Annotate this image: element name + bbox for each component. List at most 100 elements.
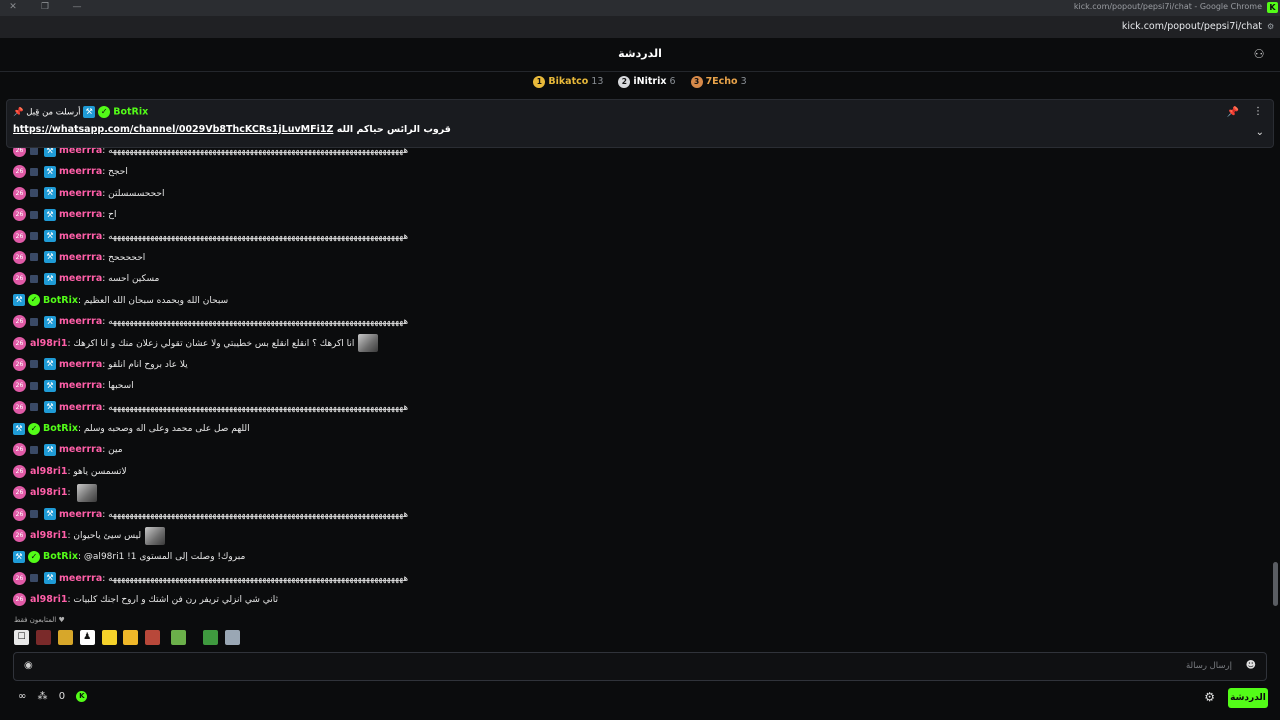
- username[interactable]: al98ri1: [30, 530, 67, 541]
- subscriber-badge-icon: 26: [13, 571, 26, 585]
- message-text: لاتسمسن ياهو: [73, 466, 127, 477]
- moderator-badge-icon: ⚒: [44, 572, 56, 585]
- username[interactable]: meerrra: [59, 509, 102, 520]
- address-bar[interactable]: kick.com/popout/pepsi7i/chat ⚙: [0, 16, 1280, 38]
- unpin-icon[interactable]: 📌: [1227, 107, 1239, 118]
- message-text: هههههههههههههههههههههههههههههههههههههههه…: [108, 573, 409, 584]
- gift-badge-icon: [30, 574, 38, 583]
- restore-window-icon[interactable]: ❐: [38, 1, 52, 14]
- user-settings-icon[interactable]: ⚇: [1252, 47, 1266, 61]
- emote-item[interactable]: [101, 630, 117, 645]
- smile-icon[interactable]: ☻: [1246, 660, 1256, 671]
- chat-header: الدردشة ⚇: [0, 38, 1280, 72]
- leader-name: 7Echo: [705, 76, 738, 87]
- minimize-window-icon[interactable]: —: [70, 1, 84, 14]
- message-text: مسكين احسه: [108, 274, 160, 285]
- username[interactable]: meerrra: [59, 209, 102, 220]
- username[interactable]: meerrra: [59, 359, 102, 370]
- username[interactable]: meerrra: [59, 444, 102, 455]
- moderator-badge-icon: ⚒: [44, 148, 56, 157]
- emote-item[interactable]: ☐: [14, 630, 29, 645]
- leader-item[interactable]: 3 7Echo 3: [690, 76, 747, 88]
- leader-item[interactable]: 2 iNitrix 6: [618, 76, 676, 88]
- emote-item[interactable]: [224, 630, 240, 645]
- username[interactable]: al98ri1: [30, 466, 67, 477]
- chat-message[interactable]: ⚒ ✓ BotRix: @al98ri1 !مبروك! وصلت إلى المس…: [0, 546, 1270, 567]
- username[interactable]: BotRix: [43, 551, 78, 562]
- emote-item[interactable]: [57, 630, 73, 645]
- chat-message[interactable]: 26 ⚒ meerrra: هههههههههههههههههههههههههههه…: [0, 568, 1270, 589]
- send-button[interactable]: الدردشة: [1228, 688, 1268, 708]
- bot-badge-icon: ⚒: [83, 106, 96, 118]
- username[interactable]: al98ri1: [30, 338, 67, 349]
- username[interactable]: BotRix: [43, 295, 78, 306]
- chat-message[interactable]: 26 ⚒ meerrra: يلا عاد بروح انام انلقو: [0, 354, 1270, 375]
- username[interactable]: meerrra: [59, 273, 102, 284]
- site-settings-icon[interactable]: ⚙: [1267, 22, 1276, 31]
- emote-image: [358, 334, 379, 353]
- scrollbar-thumb[interactable]: [1273, 562, 1278, 606]
- emote-picker-icon[interactable]: ◉: [24, 660, 33, 671]
- chat-input[interactable]: ◉ إرسال رسالة ☻: [13, 652, 1267, 681]
- message-text: هههههههههههههههههههههههههههههههههههههههه…: [108, 509, 409, 520]
- chat-message[interactable]: 26 ⚒ meerrra: هههههههههههههههههههههههههههه…: [0, 397, 1270, 418]
- pinned-author[interactable]: BotRix: [113, 107, 148, 118]
- subscriber-badge-icon: 26: [13, 186, 26, 200]
- chat-message[interactable]: 26 ⚒ meerrra: هههههههههههههههههههههههههههه…: [0, 504, 1270, 525]
- username[interactable]: meerrra: [59, 148, 102, 156]
- url-text[interactable]: kick.com/popout/pepsi7i/chat: [1122, 21, 1262, 32]
- chat-messages[interactable]: 26 ⚒ meerrra: هههههههههههههههههههههههههههه…: [0, 148, 1270, 608]
- emote-item[interactable]: [35, 630, 51, 645]
- chat-message[interactable]: 26 ⚒ meerrra: هههههههههههههههههههههههههههه…: [0, 311, 1270, 332]
- chat-message[interactable]: 26 al98ri1: انا اكرهك ؟ انقلع انقلع بس خط…: [0, 333, 1270, 354]
- username[interactable]: meerrra: [59, 316, 102, 327]
- username[interactable]: BotRix: [43, 423, 78, 434]
- emote-item[interactable]: [203, 630, 218, 645]
- username[interactable]: meerrra: [59, 188, 102, 199]
- moderator-badge-icon: ⚒: [44, 165, 56, 178]
- username[interactable]: meerrra: [59, 573, 102, 584]
- emote-item[interactable]: ♟: [79, 630, 95, 645]
- username[interactable]: meerrra: [59, 252, 102, 263]
- chat-message[interactable]: 26 al98ri1: ثاني شي انزلي تريفر رن فن اشت…: [0, 589, 1270, 608]
- username[interactable]: al98ri1: [30, 594, 67, 605]
- username[interactable]: al98ri1: [30, 487, 67, 498]
- pinned-link[interactable]: https://whatsapp.com/channel/0029Vb8ThcK…: [13, 124, 333, 135]
- chat-message[interactable]: 26 ⚒ meerrra: مين: [0, 439, 1270, 460]
- close-window-icon[interactable]: ✕: [6, 1, 20, 14]
- leader-item[interactable]: 1 Bikatco 13: [533, 76, 603, 88]
- username[interactable]: meerrra: [59, 402, 102, 413]
- chat-message[interactable]: 26 ⚒ meerrra: هههههههههههههههههههههههههههه…: [0, 226, 1270, 247]
- message-placeholder: إرسال رسالة: [1185, 661, 1232, 671]
- username[interactable]: meerrra: [59, 231, 102, 242]
- share-icon[interactable]: ⁂: [38, 691, 48, 702]
- chat-message[interactable]: 26 al98ri1: لاتسمسن ياهو: [0, 461, 1270, 482]
- more-options-icon[interactable]: ⋮: [1253, 106, 1263, 117]
- chat-message[interactable]: 26 ⚒ meerrra: احححسسسلتن: [0, 183, 1270, 204]
- infinity-icon[interactable]: ∞: [18, 691, 26, 702]
- chat-message[interactable]: ⚒ ✓ BotRix: سبحان الله وبحمده سبحان الله ا…: [0, 290, 1270, 311]
- pinned-header: 📌 أرسلت من قِبل ⚒ ✓ BotRix: [13, 106, 148, 118]
- chat-message[interactable]: 26 ⚒ meerrra: احجح: [0, 161, 1270, 182]
- chevron-down-icon[interactable]: ⌄: [1256, 127, 1264, 138]
- chat-message[interactable]: 26 al98ri1: ليس سيئ ياحيوان: [0, 525, 1270, 546]
- username[interactable]: meerrra: [59, 166, 102, 177]
- chat-message[interactable]: 26 ⚒ meerrra: احححححح: [0, 247, 1270, 268]
- chat-message[interactable]: 26 ⚒ meerrra: اح: [0, 204, 1270, 225]
- chat-message[interactable]: 26 al98ri1:: [0, 482, 1270, 503]
- heart-icon: ♥: [58, 616, 65, 624]
- pinned-message[interactable]: 📌 أرسلت من قِبل ⚒ ✓ BotRix https://whatsap…: [6, 99, 1274, 148]
- emote-item[interactable]: [171, 630, 187, 645]
- username[interactable]: meerrra: [59, 380, 102, 391]
- chat-message[interactable]: 26 ⚒ meerrra: اسحبها: [0, 375, 1270, 396]
- message-text: انا اكرهك ؟ انقلع انقلع بس خطيبتي ولا عش…: [73, 338, 355, 349]
- leader-count: 3: [740, 76, 747, 87]
- subscriber-badge-icon: 26: [13, 336, 26, 350]
- chat-message[interactable]: 26 ⚒ meerrra: هههههههههههههههههههههههههههه…: [0, 148, 1270, 161]
- scrollbar[interactable]: [1273, 148, 1278, 608]
- emote-item[interactable]: [123, 630, 139, 645]
- chat-message[interactable]: 26 ⚒ meerrra: مسكين احسه: [0, 268, 1270, 289]
- chat-message[interactable]: ⚒ ✓ BotRix: اللهم صل على محمد وعلى اله وصح…: [0, 418, 1270, 439]
- gear-icon[interactable]: ⚙: [1204, 690, 1215, 704]
- emote-item[interactable]: [145, 630, 161, 645]
